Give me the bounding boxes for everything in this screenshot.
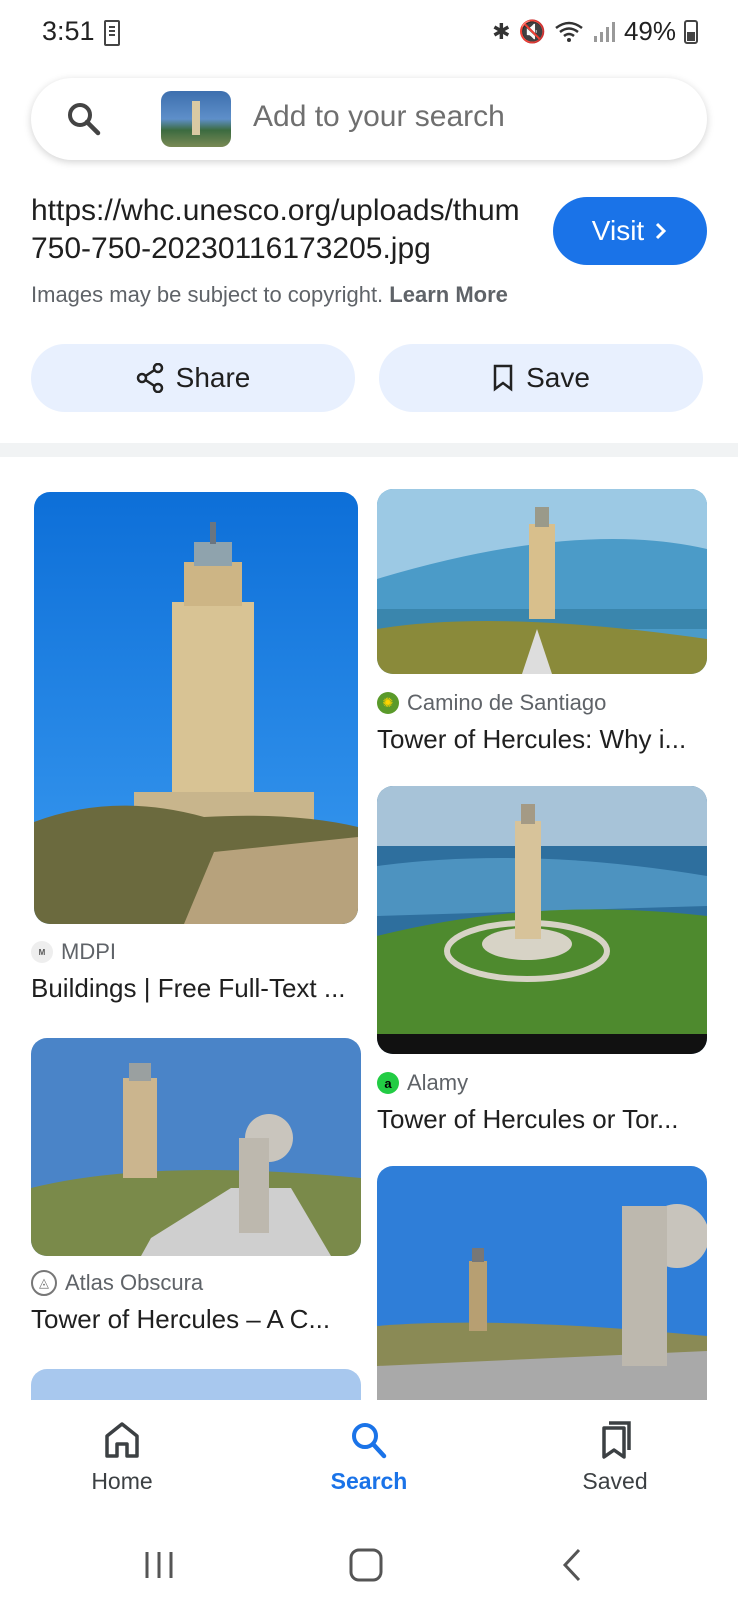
system-navigation-bar <box>0 1520 738 1600</box>
mdpi-favicon: M <box>31 941 53 963</box>
result-source-mdpi: M MDPI <box>31 939 116 965</box>
result-image-partial-left[interactable] <box>31 1369 361 1400</box>
result-title-atlas-obscura[interactable]: Tower of Hercules – A C... <box>31 1304 330 1335</box>
chevron-right-icon <box>656 222 667 240</box>
home-button-icon[interactable] <box>349 1548 383 1582</box>
visit-button[interactable]: Visit <box>553 197 707 265</box>
result-image-partial[interactable] <box>377 1166 707 1400</box>
sim-icon <box>104 20 120 46</box>
atlas-obscura-favicon: ◬ <box>31 1270 57 1296</box>
share-label: Share <box>175 362 251 393</box>
nav-saved[interactable]: Saved <box>545 1420 685 1495</box>
url-line-1: https://whc.unesco.org/uploads/thumbs/ <box>31 194 521 227</box>
saved-collections-icon <box>602 1421 631 1459</box>
result-source-alamy: a Alamy <box>377 1070 468 1096</box>
nav-search-label: Search <box>330 1468 408 1494</box>
bookmark-icon <box>493 364 513 392</box>
battery-icon <box>684 19 698 44</box>
learn-more-link[interactable]: Learn More <box>389 282 508 307</box>
save-label: Save <box>526 362 590 393</box>
result-title-alamy[interactable]: Tower of Hercules or Tor... <box>377 1104 679 1135</box>
save-button[interactable]: Save <box>379 344 703 412</box>
status-bar: 3:51 ✱ 🔇 49% <box>0 0 738 68</box>
status-icons: ✱ 🔇 49% <box>492 16 698 47</box>
copyright-notice: Images may be subject to copyright. Lear… <box>31 282 508 308</box>
recent-apps-icon[interactable] <box>143 1550 175 1580</box>
camino-favicon: ✺ <box>377 692 399 714</box>
search-icon <box>352 1423 387 1459</box>
result-image-camino[interactable] <box>377 489 707 674</box>
search-bar[interactable]: Add to your search <box>31 78 707 160</box>
nav-home[interactable]: Home <box>52 1420 192 1495</box>
result-source-camino: ✺ Camino de Santiago <box>377 690 606 716</box>
share-button[interactable]: Share <box>31 344 355 412</box>
result-title-mdpi[interactable]: Buildings | Free Full-Text ... <box>31 973 346 1004</box>
lighthouse-photo <box>377 786 707 1054</box>
search-icon[interactable] <box>65 100 103 138</box>
nav-search[interactable]: Search <box>299 1420 439 1495</box>
home-icon <box>105 1422 139 1458</box>
clock: 3:51 <box>42 16 95 46</box>
share-icon <box>136 363 163 393</box>
mute-icon: 🔇 <box>518 18 546 44</box>
result-title-camino[interactable]: Tower of Hercules: Why i... <box>377 724 686 755</box>
lighthouse-photo <box>34 492 358 924</box>
bottom-navigation: Home Search Saved <box>0 1400 738 1520</box>
result-site: Camino de Santiago <box>407 690 607 715</box>
url-line-2: 750-750-20230116173205.jpg <box>31 232 431 265</box>
copyright-text: Images may be subject to copyright. <box>31 282 384 307</box>
result-source-atlas-obscura: ◬ Atlas Obscura <box>31 1270 203 1296</box>
nav-home-label: Home <box>91 1468 153 1494</box>
result-site: MDPI <box>61 939 116 964</box>
lighthouse-photo <box>31 1038 361 1256</box>
wifi-icon <box>555 21 583 42</box>
search-placeholder[interactable]: Add to your search <box>253 100 505 134</box>
result-image-mdpi[interactable] <box>34 492 358 924</box>
result-image-alamy[interactable] <box>377 786 707 1054</box>
image-source-url: https://whc.unesco.org/uploads/thumbs/ 7… <box>31 192 521 268</box>
lighthouse-photo <box>377 1166 707 1400</box>
result-site: Alamy <box>407 1070 469 1095</box>
signal-icon <box>593 21 615 42</box>
nav-saved-label: Saved <box>582 1468 648 1494</box>
lighthouse-photo <box>377 489 707 674</box>
visit-label: Visit <box>591 215 645 246</box>
result-site: Atlas Obscura <box>65 1270 204 1295</box>
result-image-atlas-obscura[interactable] <box>31 1038 361 1256</box>
alamy-favicon: a <box>377 1072 399 1094</box>
bluetooth-icon: ✱ <box>492 18 511 44</box>
section-divider <box>0 443 738 457</box>
back-icon[interactable] <box>562 1548 582 1582</box>
query-image-thumbnail[interactable] <box>161 91 231 147</box>
battery-percent: 49% <box>623 16 676 46</box>
